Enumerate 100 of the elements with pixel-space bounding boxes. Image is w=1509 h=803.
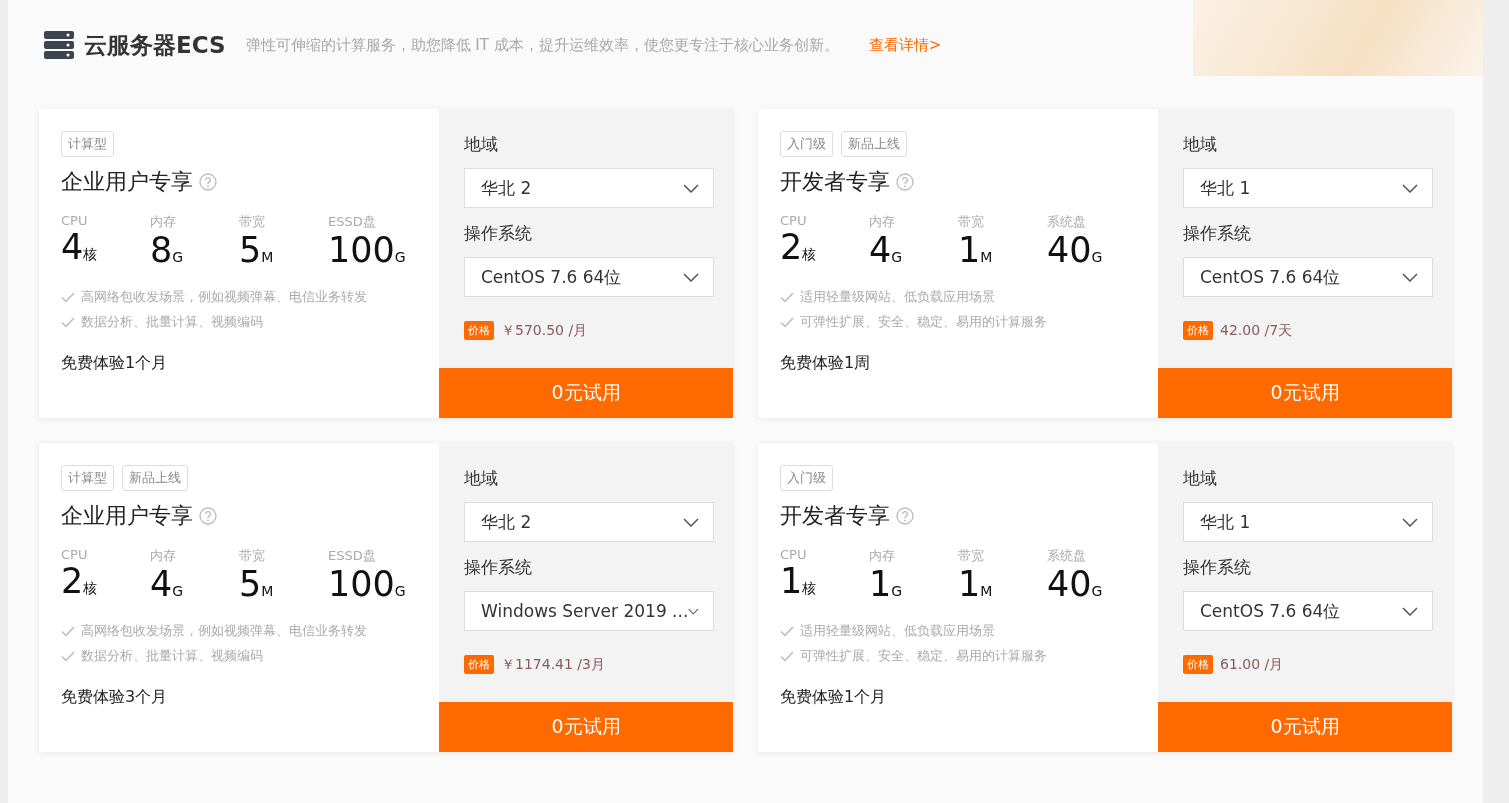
spec-value: 4G (150, 565, 185, 606)
check-icon (780, 650, 794, 662)
spec-label: CPU (61, 213, 89, 228)
product-tag: 入门级 (780, 465, 833, 491)
region-select[interactable]: 华北 2 (464, 502, 714, 542)
trial-text: 免费体验1周 (780, 353, 872, 374)
spec-value: 40G (1047, 231, 1104, 272)
feature-text: 可弹性扩展、安全、稳定、易用的计算服务 (800, 647, 1047, 665)
feature-text: 高网络包收发场景，例如视频弹幕、电信业务转发 (81, 288, 367, 306)
spec-value: 40G (1047, 565, 1104, 606)
spec-label: ESSD盘 (328, 547, 377, 565)
spec-label: CPU (780, 213, 808, 228)
feature-text: 数据分析、批量计算、视频编码 (81, 647, 263, 665)
chevron-down-icon (1402, 272, 1418, 282)
spec-value: 5 M (239, 565, 275, 606)
region-label: 地域 (1183, 467, 1218, 490)
spec-label: 系统盘 (1047, 547, 1087, 565)
chevron-down-icon (688, 606, 699, 616)
chevron-down-icon (683, 183, 699, 193)
price-text: ￥1174.41 /3月 (501, 655, 605, 674)
spec-value: 1 G (869, 565, 904, 606)
feature-text: 高网络包收发场景，例如视频弹幕、电信业务转发 (81, 622, 367, 640)
check-icon (61, 316, 75, 328)
check-icon (61, 625, 75, 637)
product-name: 企业用户专享 (61, 502, 193, 530)
help-icon[interactable] (896, 507, 914, 525)
product-tag: 计算型 (61, 465, 114, 491)
check-icon (780, 291, 794, 303)
spec-label: 带宽 (239, 213, 266, 231)
product-name: 开发者专享 (780, 168, 890, 196)
spec-label: 带宽 (958, 213, 985, 231)
os-select[interactable]: CentOS 7.6 64位 (1183, 257, 1433, 297)
check-icon (780, 625, 794, 637)
os-label: 操作系统 (464, 222, 533, 245)
spec-label: 内存 (150, 213, 177, 231)
server-icon (44, 30, 74, 60)
spec-value: 2核 (780, 228, 818, 269)
feature-text: 适用轻量级网站、低负载应用场景 (800, 288, 995, 306)
spec-value: 100G (328, 565, 407, 606)
spec-label: 带宽 (239, 547, 266, 565)
region-select[interactable]: 华北 1 (1183, 168, 1433, 208)
spec-value: 8 G (150, 231, 185, 272)
feature-text: 适用轻量级网站、低负载应用场景 (800, 622, 995, 640)
spec-value: 4G (869, 231, 904, 272)
trial-text: 免费体验1个月 (61, 353, 169, 374)
spec-label: CPU (780, 547, 808, 562)
price-text: 42.00 /7天 (1220, 321, 1293, 340)
trial-text: 免费体验3个月 (61, 687, 169, 708)
product-tag: 新品上线 (122, 465, 188, 491)
page-description: 弹性可伸缩的计算服务，助您降低 IT 成本，提升运维效率，使您更专注于核心业务创新。 (245, 35, 839, 55)
check-icon (780, 316, 794, 328)
product-tag: 入门级 (780, 131, 833, 157)
page-title: 云服务器ECS (84, 30, 226, 60)
price-tag: 价格 (1183, 655, 1213, 674)
spec-label: 带宽 (958, 547, 985, 565)
chevron-down-icon (1402, 517, 1418, 527)
price-tag: 价格 (1183, 321, 1213, 340)
product-tag: 计算型 (61, 131, 114, 157)
product-name: 开发者专享 (780, 502, 890, 530)
trial-text: 免费体验1个月 (780, 687, 888, 708)
help-icon[interactable] (199, 507, 217, 525)
spec-label: 内存 (869, 213, 896, 231)
spec-value: 1 M (958, 231, 994, 272)
region-label: 地域 (464, 133, 499, 156)
chevron-down-icon (1402, 183, 1418, 193)
product-name: 企业用户专享 (61, 168, 193, 196)
price-tag: 价格 (464, 321, 494, 340)
spec-label: 内存 (869, 547, 896, 565)
region-select[interactable]: 华北 2 (464, 168, 714, 208)
os-label: 操作系统 (1183, 556, 1252, 579)
feature-text: 可弹性扩展、安全、稳定、易用的计算服务 (800, 313, 1047, 331)
spec-label: CPU (61, 547, 89, 562)
check-icon (61, 650, 75, 662)
chevron-down-icon (683, 517, 699, 527)
region-select[interactable]: 华北 1 (1183, 502, 1433, 542)
os-label: 操作系统 (1183, 222, 1252, 245)
spec-value: 5 M (239, 231, 275, 272)
price-tag: 价格 (464, 655, 494, 674)
spec-value: 1 M (958, 565, 994, 606)
os-select[interactable]: CentOS 7.6 64位 (464, 257, 714, 297)
price-text: ￥570.50 /月 (501, 321, 588, 340)
os-label: 操作系统 (464, 556, 533, 579)
os-select[interactable]: CentOS 7.6 64位 (1183, 591, 1433, 631)
spec-label: ESSD盘 (328, 213, 377, 231)
spec-label: 系统盘 (1047, 213, 1087, 231)
price-text: 61.00 /月 (1220, 655, 1284, 674)
spec-value: 100G (328, 231, 407, 272)
help-icon[interactable] (199, 173, 217, 191)
spec-value: 4核 (61, 228, 99, 269)
os-select[interactable]: Windows Server 2019 ... (464, 591, 714, 631)
feature-text: 数据分析、批量计算、视频编码 (81, 313, 263, 331)
chevron-down-icon (1402, 606, 1418, 616)
help-icon[interactable] (896, 173, 914, 191)
spec-value: 1核 (780, 562, 818, 603)
check-icon (61, 291, 75, 303)
spec-value: 2核 (61, 562, 99, 603)
chevron-down-icon (683, 272, 699, 282)
region-label: 地域 (464, 467, 499, 490)
spec-label: 内存 (150, 547, 177, 565)
product-tag: 新品上线 (841, 131, 907, 157)
